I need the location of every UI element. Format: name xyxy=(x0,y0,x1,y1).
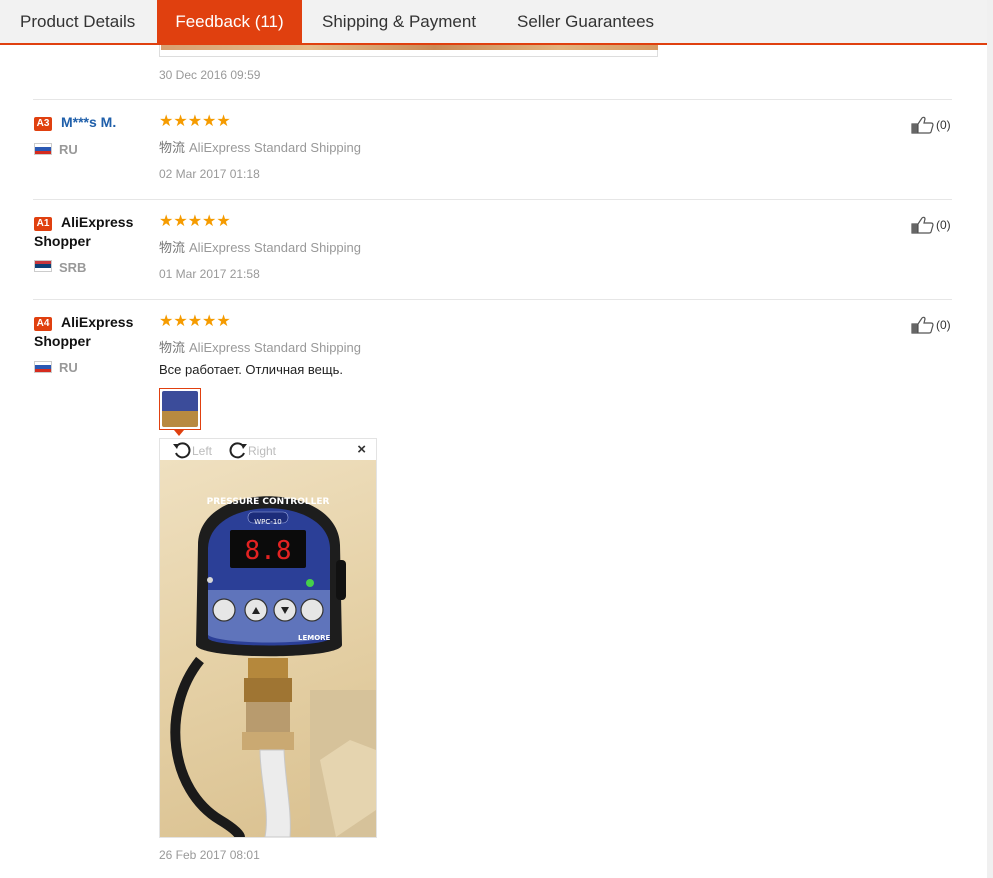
rotate-left-button[interactable]: Left xyxy=(172,441,212,459)
reviewer-name: AliExpress Shopper xyxy=(34,214,134,249)
star-rating: ★★★★★ xyxy=(159,113,231,130)
rotate-right-icon xyxy=(229,442,247,459)
review-divider xyxy=(33,199,952,200)
rotate-left-icon xyxy=(173,442,191,459)
helpful-count: (0) xyxy=(936,118,951,132)
tab-bar: Product Details Feedback (11) Shipping &… xyxy=(0,0,987,45)
reviewer-country: RU xyxy=(59,360,78,375)
helpful-button[interactable]: (0) xyxy=(911,116,951,134)
viewer-toolbar: Left Right × xyxy=(160,439,376,460)
rotate-right-button[interactable]: Right xyxy=(228,441,276,459)
thumbnail-pointer xyxy=(174,430,184,436)
display-readout: 8.8 xyxy=(245,536,292,566)
buyer-level-badge: A3 xyxy=(34,117,52,131)
star-rating: ★★★★★ xyxy=(159,313,231,330)
pressure-controller-photo: 8.8 LEMORE WPC-10 PRESSURE CONTROLLER xyxy=(170,496,376,837)
shipping-label: 物流 xyxy=(159,140,186,155)
reviewer-country: SRB xyxy=(59,260,87,275)
review-date: 26 Feb 2017 08:01 xyxy=(159,848,260,862)
rotate-right-label: Right xyxy=(248,444,277,458)
tab-seller-guarantees[interactable]: Seller Guarantees xyxy=(497,0,674,43)
tab-feedback[interactable]: Feedback (11) xyxy=(157,0,302,43)
review-date: 02 Mar 2017 01:18 xyxy=(159,167,260,181)
reviewer-country: RU xyxy=(59,142,78,157)
tab-product-details[interactable]: Product Details xyxy=(0,0,155,43)
photo-model: WPC-10 xyxy=(254,518,281,526)
rotate-left-label: Left xyxy=(192,444,213,458)
shipping-method: 物流 AliExpress Standard Shipping xyxy=(159,337,361,356)
review-photo: 8.8 LEMORE WPC-10 PRESSURE CONTROLLER xyxy=(160,460,376,837)
helpful-count: (0) xyxy=(936,218,951,232)
review-date: 01 Mar 2017 21:58 xyxy=(159,267,260,281)
reviewer-name[interactable]: M***s M. xyxy=(61,113,116,132)
shipping-label: 物流 xyxy=(159,340,186,355)
photo-viewer: Left Right × 8.8 LEMORE WPC-10 PRESSURE … xyxy=(159,438,377,838)
thumbs-up-icon xyxy=(911,316,934,334)
photo-logo: LEMORE xyxy=(298,634,331,642)
thumbs-up-icon xyxy=(911,216,934,234)
tab-shipping-payment[interactable]: Shipping & Payment xyxy=(302,0,496,43)
close-icon[interactable]: × xyxy=(357,441,366,458)
shipping-value: AliExpress Standard Shipping xyxy=(189,340,362,355)
shipping-method: 物流 AliExpress Standard Shipping xyxy=(159,137,361,156)
shipping-value: AliExpress Standard Shipping xyxy=(189,140,362,155)
helpful-count: (0) xyxy=(936,318,951,332)
shipping-method: 物流 AliExpress Standard Shipping xyxy=(159,237,361,256)
thumbs-up-icon xyxy=(911,116,934,134)
reviewer-name: AliExpress Shopper xyxy=(34,314,134,349)
review-date: 30 Dec 2016 09:59 xyxy=(159,68,261,82)
shipping-label: 物流 xyxy=(159,240,186,255)
photo-brand: PRESSURE CONTROLLER xyxy=(207,497,330,507)
shipping-value: AliExpress Standard Shipping xyxy=(189,240,362,255)
review-divider xyxy=(33,99,952,100)
review-photo-partial[interactable] xyxy=(159,45,658,57)
helpful-button[interactable]: (0) xyxy=(911,216,951,234)
scrollbar[interactable] xyxy=(987,0,993,878)
review-divider xyxy=(33,299,952,300)
review-comment: Все работает. Отличная вещь. xyxy=(159,362,343,377)
star-rating: ★★★★★ xyxy=(159,213,231,230)
flag-ru-icon xyxy=(34,361,52,373)
flag-ru-icon xyxy=(34,143,52,155)
flag-rs-icon xyxy=(34,260,52,272)
helpful-button[interactable]: (0) xyxy=(911,316,951,334)
review-photo-thumbnail[interactable] xyxy=(159,388,201,430)
